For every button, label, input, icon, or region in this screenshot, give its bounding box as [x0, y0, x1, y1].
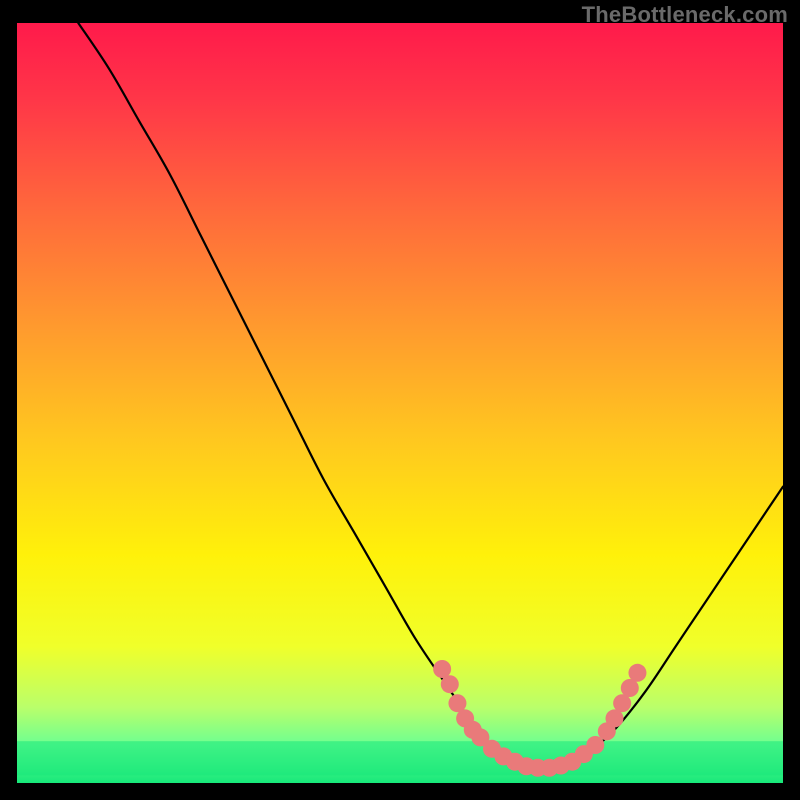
highlight-dot: [441, 675, 459, 693]
chart-svg: [17, 23, 783, 783]
highlight-dot: [433, 660, 451, 678]
chart-container: TheBottleneck.com: [0, 0, 800, 800]
highlight-dot: [586, 736, 604, 754]
gradient-background: [17, 23, 783, 783]
green-band: [17, 741, 783, 775]
highlight-dot: [613, 694, 631, 712]
highlight-dot: [621, 679, 639, 697]
plot-area: [17, 23, 783, 783]
highlight-dot: [628, 664, 646, 682]
highlight-dot: [448, 694, 466, 712]
highlight-dot: [605, 709, 623, 727]
